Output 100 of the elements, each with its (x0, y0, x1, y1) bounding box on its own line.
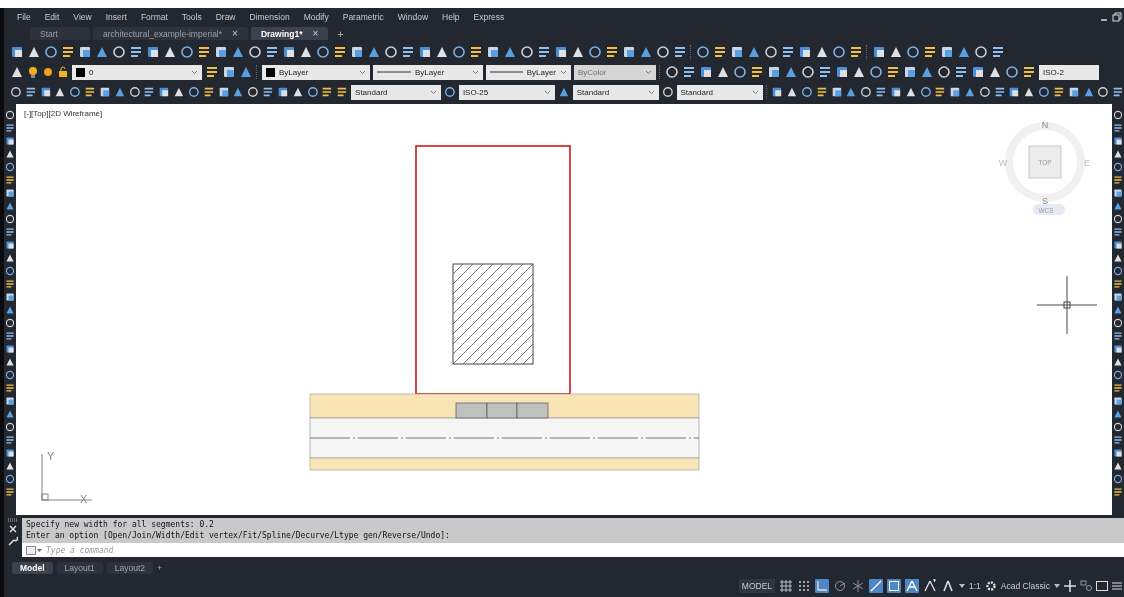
document-tab[interactable]: architectural_example-imperial* × (93, 27, 248, 40)
menu-item[interactable]: Parametric (335, 12, 391, 22)
tool-icon[interactable] (350, 45, 364, 59)
modify-tool-icon[interactable] (1113, 123, 1123, 133)
tool-icon[interactable] (321, 85, 334, 99)
layout-tab[interactable]: Model (12, 561, 53, 574)
tool-icon[interactable] (202, 85, 215, 99)
tool-icon[interactable] (158, 85, 171, 99)
draw-tool-icon[interactable] (5, 344, 15, 354)
modify-tool-icon[interactable] (1113, 279, 1123, 289)
tool-icon[interactable] (771, 85, 784, 99)
draw-tool-icon[interactable] (5, 188, 15, 198)
tool-icon[interactable] (957, 45, 971, 59)
draw-tool-icon[interactable] (5, 448, 15, 458)
caret-icon[interactable] (430, 89, 438, 95)
tool-icon[interactable] (503, 45, 517, 59)
tool-icon[interactable] (889, 85, 902, 99)
tool-icon[interactable] (10, 45, 24, 59)
tool-icon[interactable] (716, 65, 730, 79)
tool-icon[interactable] (180, 45, 194, 59)
tool-icon[interactable] (971, 65, 985, 79)
draw-tool-icon[interactable] (5, 110, 15, 120)
tool-icon[interactable] (903, 65, 917, 79)
tool-icon[interactable] (665, 65, 679, 79)
draw-tool-icon[interactable] (5, 435, 15, 445)
tool-icon[interactable] (537, 45, 551, 59)
modify-tool-icon[interactable] (1113, 240, 1123, 250)
tool-icon[interactable] (239, 65, 253, 79)
tool-icon[interactable] (800, 85, 813, 99)
layout-tab[interactable]: Layout2 (106, 561, 154, 574)
tool-icon[interactable] (197, 45, 211, 59)
draw-tool-icon[interactable] (5, 487, 15, 497)
tool-icon[interactable] (730, 45, 744, 59)
tool-icon[interactable] (1005, 65, 1019, 79)
tool-icon[interactable] (98, 85, 111, 99)
autoscale-toggle-icon[interactable] (923, 579, 938, 593)
modify-tool-icon[interactable] (1113, 292, 1123, 302)
tool-icon[interactable] (112, 45, 126, 59)
tool-icon[interactable] (69, 85, 82, 99)
tool-icon[interactable] (262, 85, 274, 99)
document-tab[interactable]: Drawing1* × (250, 27, 329, 40)
tool-icon[interactable] (231, 45, 245, 59)
tool-icon[interactable] (265, 45, 279, 59)
tool-icon[interactable] (860, 85, 872, 99)
menu-item[interactable]: Dimension (242, 12, 297, 22)
draw-tool-icon[interactable] (5, 240, 15, 250)
color-dropdown[interactable]: ByLayer (262, 64, 370, 80)
multileader-style-dropdown[interactable]: Standard (676, 84, 763, 100)
tool-icon[interactable] (1008, 85, 1021, 99)
tool-icon[interactable] (217, 85, 230, 99)
tool-icon[interactable] (699, 65, 713, 79)
tool-icon[interactable] (214, 45, 228, 59)
tool-icon[interactable] (849, 45, 863, 59)
modify-tool-icon[interactable] (1113, 110, 1123, 120)
modify-tool-icon[interactable] (1113, 331, 1123, 341)
tool-icon[interactable] (622, 45, 636, 59)
dimension-style-dropdown[interactable]: ISO-25 (458, 84, 555, 100)
tool-icon[interactable] (815, 45, 829, 59)
tool-icon[interactable] (872, 45, 886, 59)
draw-tool-icon[interactable] (5, 279, 15, 289)
tool-icon[interactable] (205, 65, 219, 79)
tool-icon[interactable] (435, 45, 449, 59)
table-style-dropdown[interactable]: Standard (572, 84, 659, 100)
document-tab[interactable]: Start (30, 27, 90, 40)
tool-icon[interactable] (974, 45, 988, 59)
tool-icon[interactable] (978, 85, 991, 99)
tool-icon[interactable] (61, 45, 75, 59)
tool-icon[interactable] (10, 85, 22, 99)
tool-icon[interactable] (682, 65, 696, 79)
tool-icon[interactable] (282, 45, 296, 59)
tool-icon[interactable] (187, 85, 200, 99)
tool-icon[interactable] (469, 45, 483, 59)
tool-icon[interactable] (95, 45, 109, 59)
draw-tool-icon[interactable] (5, 396, 15, 406)
tool-icon[interactable] (954, 65, 968, 79)
tool-icon[interactable] (299, 45, 313, 59)
tool-icon[interactable] (1097, 85, 1110, 99)
caret-icon[interactable] (751, 89, 759, 95)
workspace-button[interactable]: Acad Classic (1000, 581, 1050, 591)
tool-icon[interactable] (247, 85, 260, 99)
menu-item[interactable]: Insert (98, 12, 134, 22)
layer-dropdown[interactable]: 0 (72, 64, 202, 80)
annovis-toggle-icon[interactable] (905, 579, 920, 593)
tool-icon[interactable] (39, 85, 52, 99)
menu-item[interactable]: Edit (37, 12, 67, 22)
modify-tool-icon[interactable] (1113, 383, 1123, 393)
new-tab-button[interactable]: + (331, 28, 350, 40)
tool-icon[interactable] (988, 65, 1002, 79)
menu-icon[interactable] (1112, 581, 1122, 591)
tool-icon[interactable] (923, 45, 937, 59)
sun-icon[interactable] (42, 66, 54, 78)
tool-icon[interactable] (222, 65, 236, 79)
dimension-style-icon[interactable] (444, 85, 456, 99)
restore-icon[interactable] (1112, 12, 1122, 22)
tool-icon[interactable] (875, 85, 887, 99)
lineweight-dropdown[interactable]: ByLayer (486, 64, 571, 80)
layout-tab[interactable]: Layout1 (56, 561, 103, 574)
draw-tool-icon[interactable] (5, 383, 15, 393)
tool-icon[interactable] (78, 45, 92, 59)
lock-icon[interactable] (57, 66, 69, 78)
